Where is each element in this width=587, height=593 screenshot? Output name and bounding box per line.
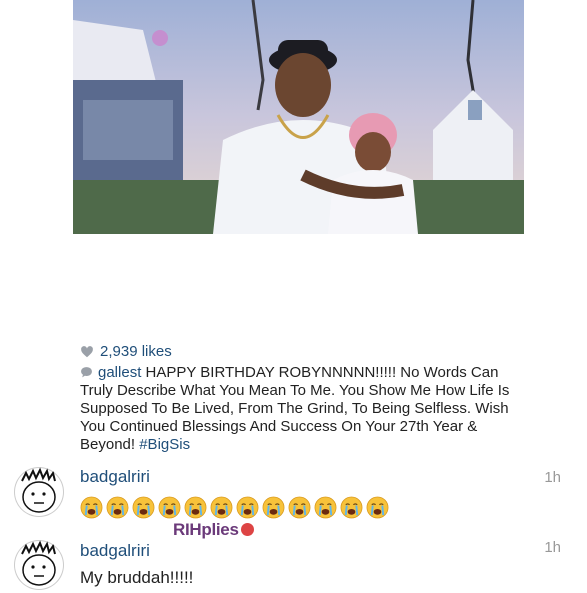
comment-bubble-icon — [81, 367, 92, 378]
post-caption: gallest HAPPY BIRTHDAY ROBYNNNNN!!!!! No… — [80, 364, 520, 454]
crying-face-icon — [210, 496, 233, 519]
likes-count: 2,939 likes — [100, 343, 172, 360]
comment-text: My bruddah!!!!! — [80, 568, 194, 587]
watermark: RIHplies — [173, 520, 254, 540]
crying-face-icon — [314, 496, 337, 519]
crying-face-icon — [106, 496, 129, 519]
crying-face-icon — [158, 496, 181, 519]
caption-hashtag[interactable]: #BigSis — [139, 436, 190, 453]
comment-time: 1h — [544, 539, 561, 556]
caption-username[interactable]: gallest — [98, 364, 141, 381]
post-photo[interactable] — [73, 0, 524, 234]
avatar[interactable] — [14, 540, 64, 590]
crying-face-icon — [288, 496, 311, 519]
avatar[interactable] — [14, 467, 64, 517]
comment-username[interactable]: badgalriri — [80, 541, 150, 561]
crying-face-icon — [340, 496, 363, 519]
smiley-icon — [240, 523, 254, 536]
heart-icon — [81, 345, 93, 357]
crying-face-icon — [236, 496, 259, 519]
crying-face-icon — [80, 496, 103, 519]
crying-face-icon — [366, 496, 389, 519]
crying-face-icon — [132, 496, 155, 519]
watermark-text: RIHplies — [173, 520, 239, 539]
crying-face-icon — [184, 496, 207, 519]
comment-time: 1h — [544, 469, 561, 486]
crying-face-icon — [262, 496, 285, 519]
likes-row[interactable]: 2,939 likes — [80, 343, 172, 360]
comment-username[interactable]: badgalriri — [80, 467, 150, 487]
emoji-row — [80, 496, 389, 519]
